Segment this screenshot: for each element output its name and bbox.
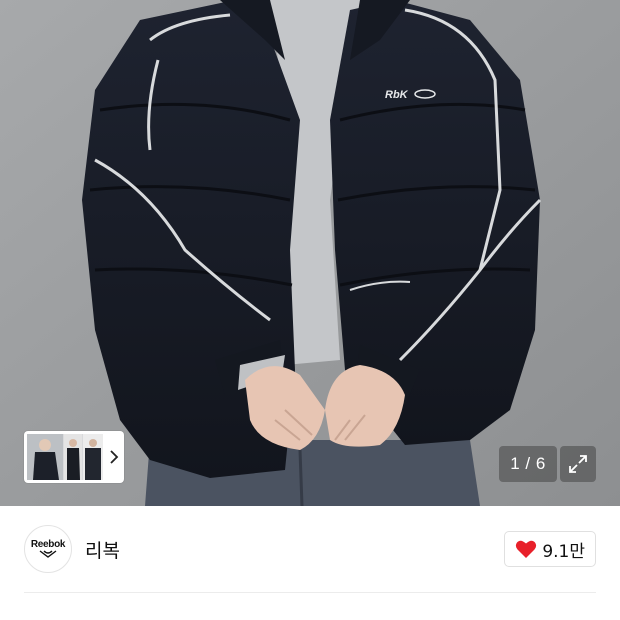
- brand-name[interactable]: 리복: [85, 536, 120, 563]
- image-counter: 1 / 6: [499, 446, 557, 482]
- product-image[interactable]: RbK 1 / 6: [0, 0, 620, 506]
- expand-button[interactable]: [560, 446, 596, 482]
- divider: [24, 592, 596, 593]
- heart-icon: [516, 540, 537, 558]
- brand-logo-wordmark: Reebok: [30, 539, 66, 550]
- like-button[interactable]: 9.1만: [504, 531, 596, 567]
- vector-logo-icon: [39, 550, 57, 558]
- thumbnail-strip[interactable]: [24, 431, 124, 483]
- image-counter-separator: /: [520, 454, 536, 473]
- brand-logo[interactable]: Reebok: [24, 525, 72, 573]
- jacket-logo-text: RbK: [385, 89, 409, 101]
- chevron-right-icon[interactable]: [103, 434, 124, 480]
- like-count: 9.1만: [542, 541, 585, 562]
- expand-icon: [569, 455, 587, 473]
- product-page: RbK 1 / 6 Reebok 리복 9.1만: [0, 0, 620, 620]
- thumbnail-images: [27, 434, 103, 480]
- thumbnail-previews: [27, 434, 103, 480]
- brand-row: Reebok 리복 9.1만: [0, 506, 620, 592]
- image-counter-current: 1: [510, 454, 521, 473]
- image-counter-total: 6: [535, 454, 546, 473]
